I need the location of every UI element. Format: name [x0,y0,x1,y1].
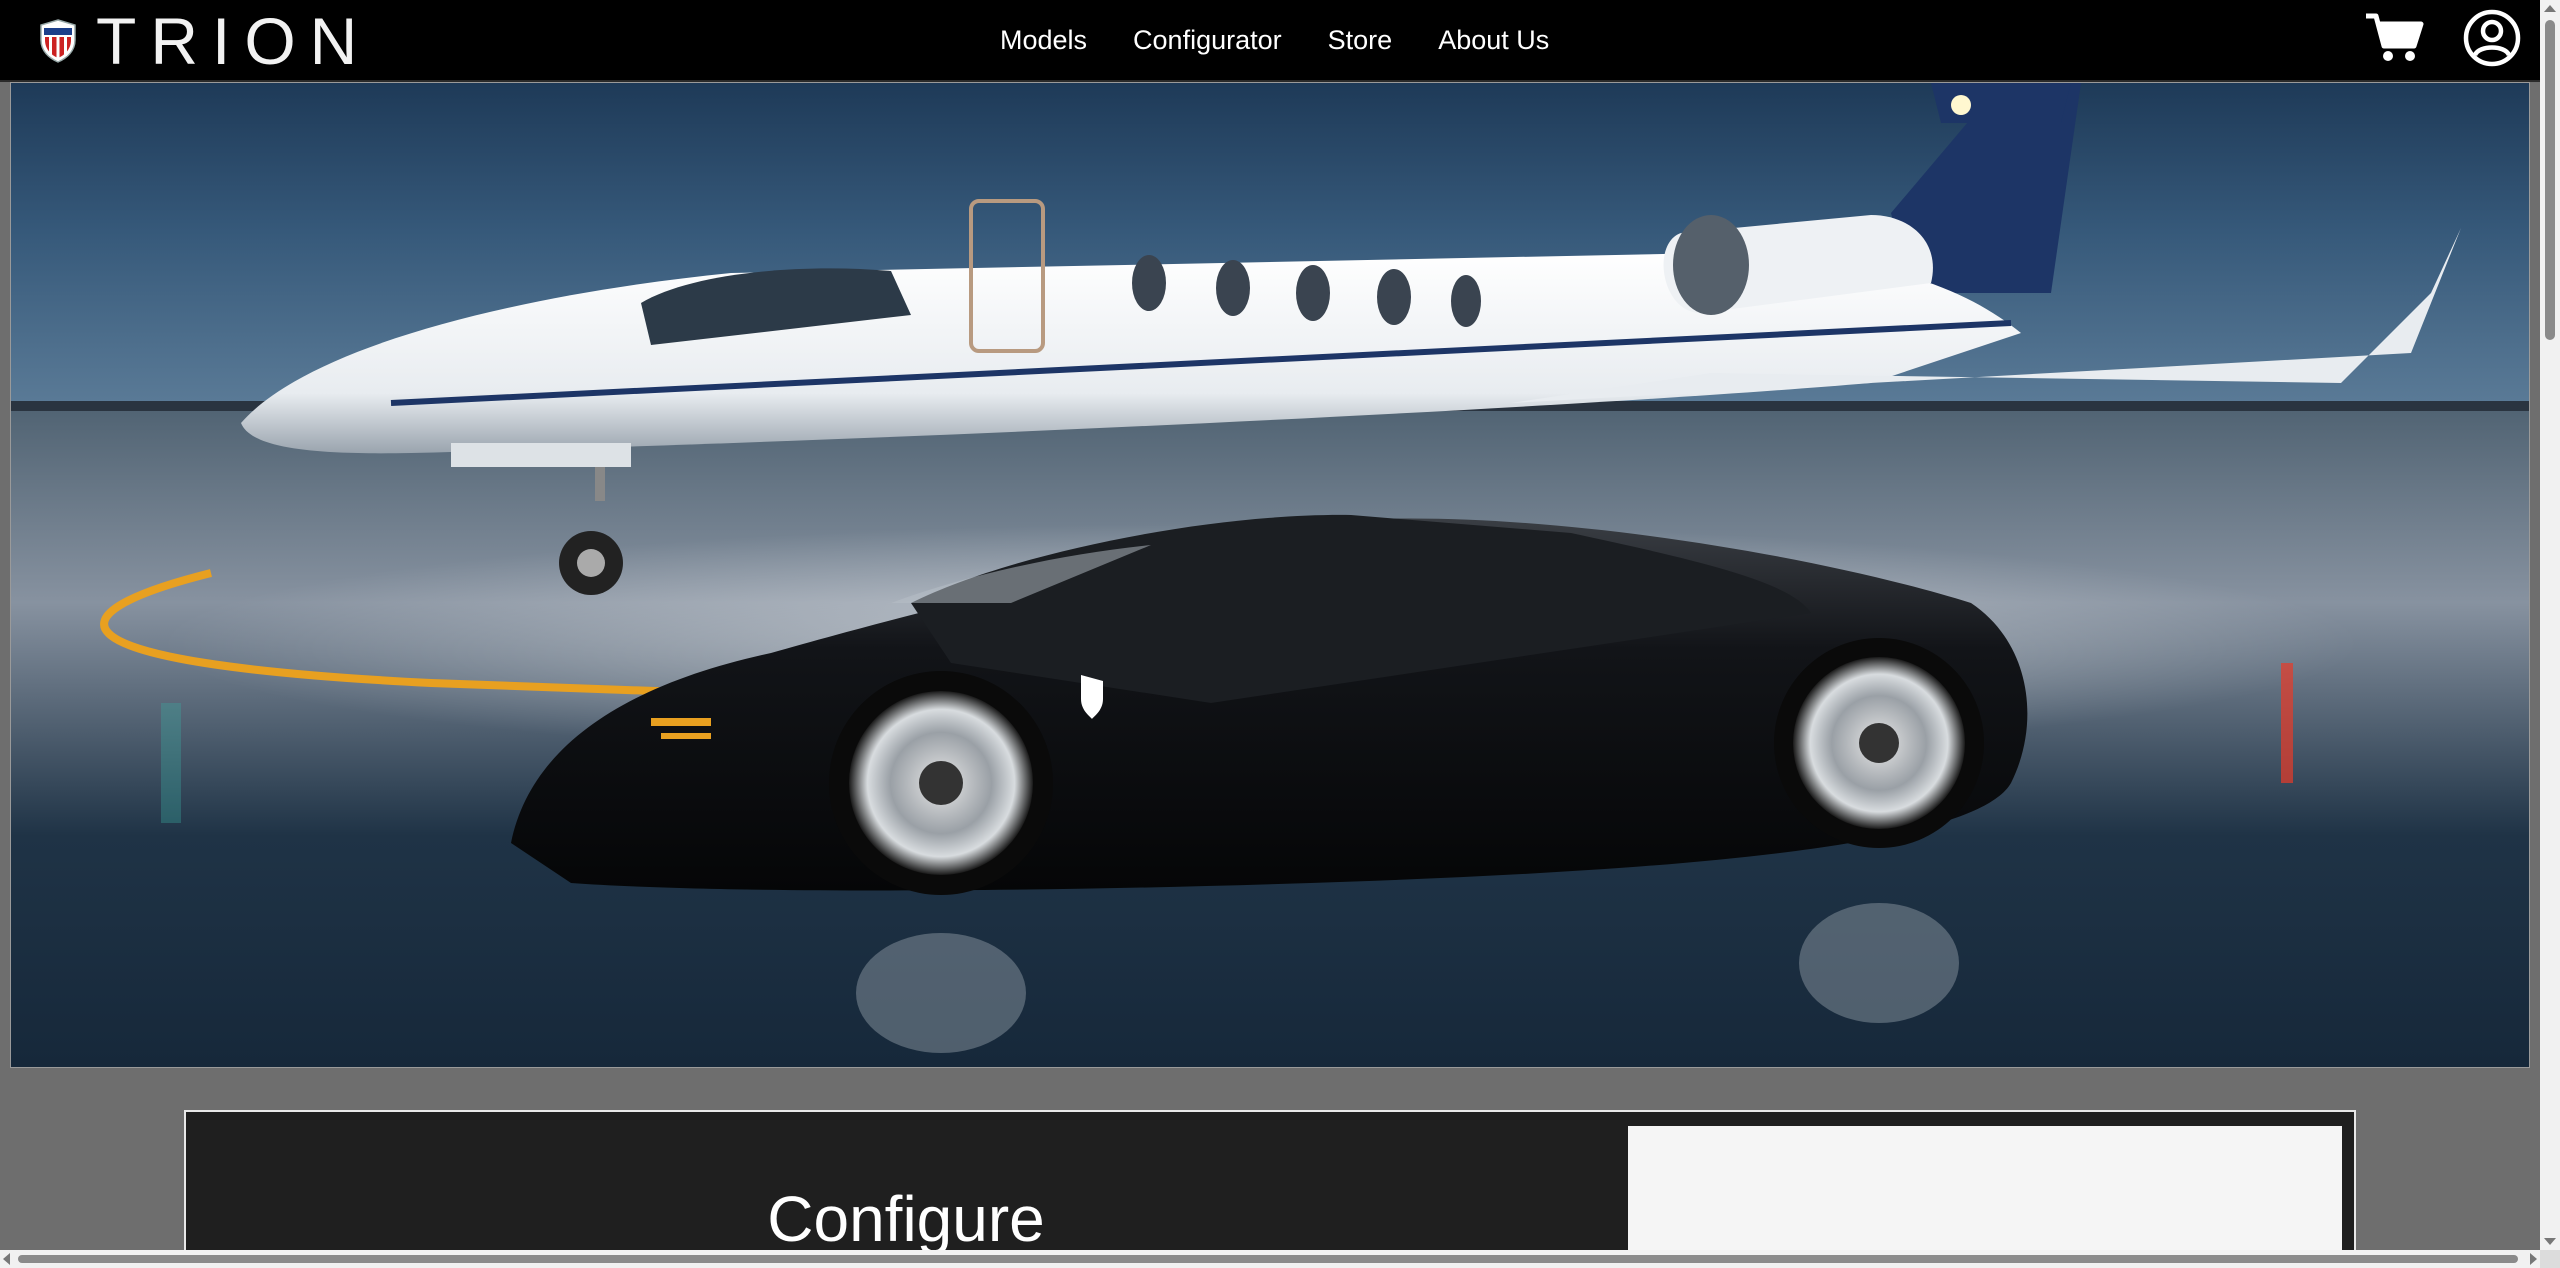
cart-button[interactable] [2362,6,2426,70]
scroll-right-arrow-icon[interactable] [2530,1253,2537,1265]
brand-wordmark: TRION [96,4,372,78]
scroll-left-arrow-icon[interactable] [3,1253,10,1265]
nav-item-models[interactable]: Models [1000,25,1087,56]
scroll-down-arrow-icon[interactable] [2544,1238,2556,1245]
nav-item-about-us[interactable]: About Us [1438,25,1549,56]
horizontal-scrollbar[interactable] [0,1250,2540,1268]
account-button[interactable] [2460,6,2524,70]
account-circle-icon [2463,9,2521,67]
scrollbar-corner [2540,1250,2560,1268]
configure-section: Configure [184,1110,2356,1268]
shield-logo-icon [40,19,76,63]
scroll-up-arrow-icon[interactable] [2544,5,2556,12]
horizontal-scrollbar-thumb[interactable] [18,1255,2518,1263]
top-navigation-bar: TRION Models Configurator Store About Us [0,0,2540,82]
main-nav: Models Configurator Store About Us [1000,0,1549,80]
brand-logo[interactable]: TRION [38,8,371,74]
nav-item-configurator[interactable]: Configurator [1133,25,1282,56]
hero-jet-and-car-illustration [11,83,2529,1067]
vertical-scrollbar[interactable] [2540,0,2560,1250]
nav-item-store[interactable]: Store [1328,25,1393,56]
vertical-scrollbar-thumb[interactable] [2545,20,2555,340]
configure-preview-panel [1628,1126,2342,1268]
shopping-cart-icon [2366,13,2424,61]
configure-title: Configure [767,1183,1045,1255]
hero-image [10,82,2530,1068]
